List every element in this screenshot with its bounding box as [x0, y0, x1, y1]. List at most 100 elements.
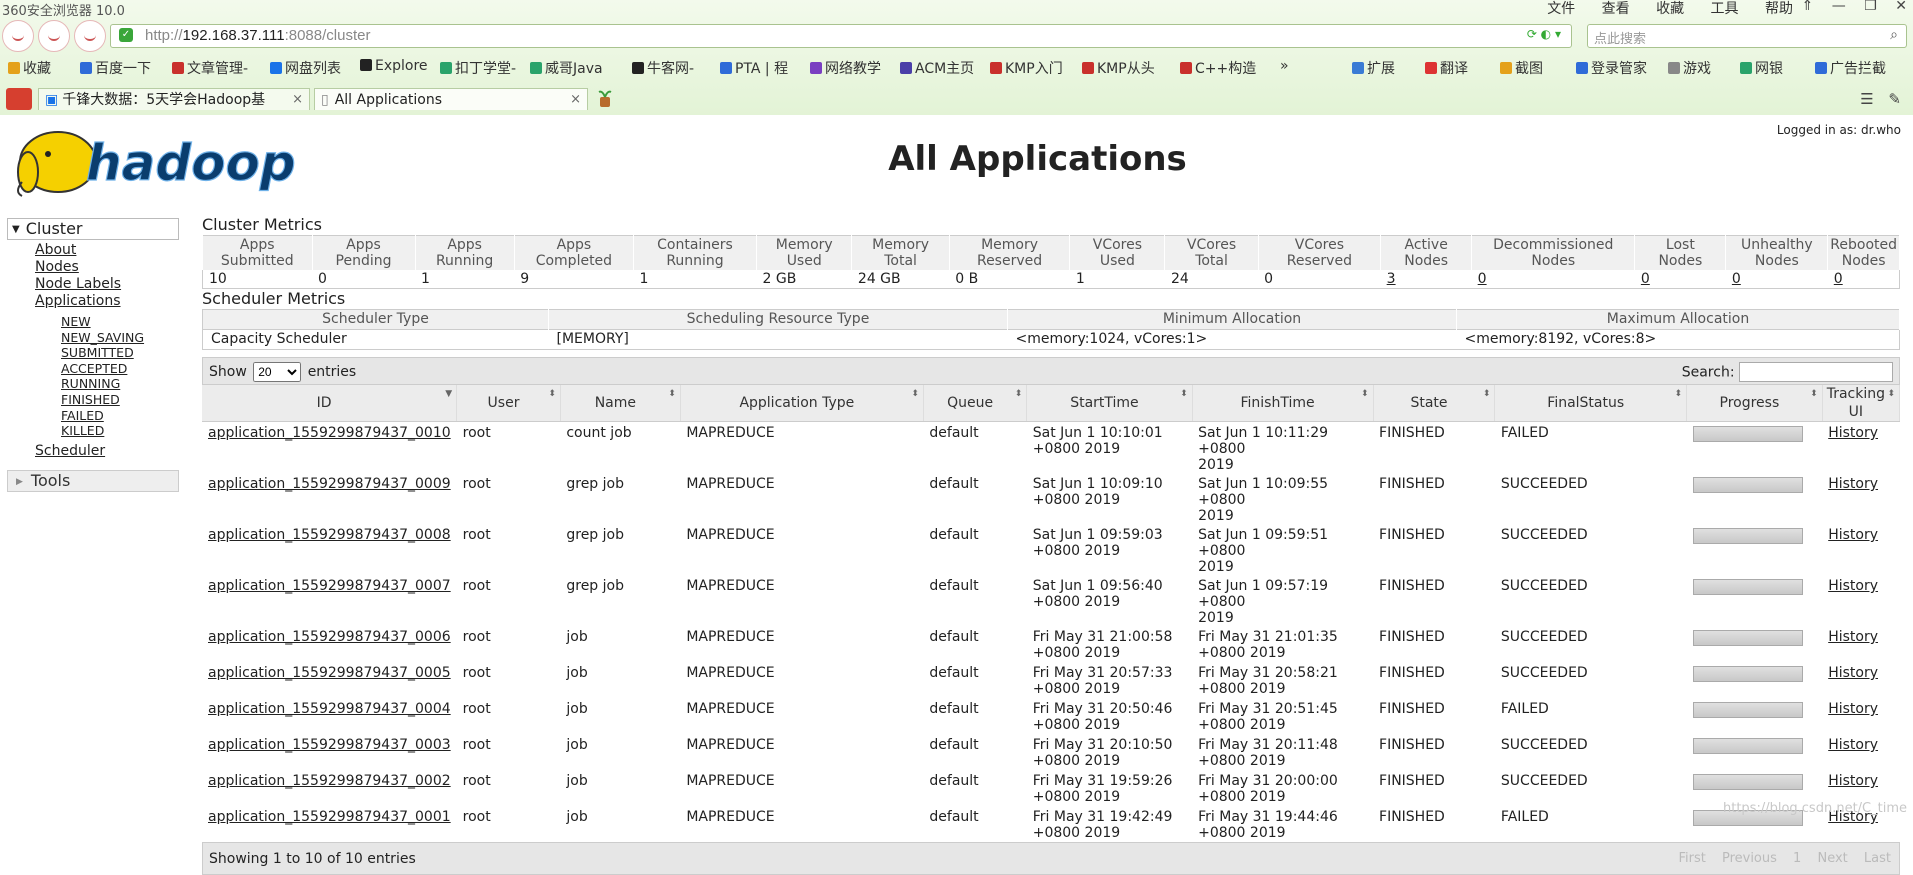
tracking-ui-link[interactable]: History	[1828, 665, 1878, 681]
minimize-icon[interactable]: —	[1832, 0, 1846, 14]
bookmark-item[interactable]: 网盘列表	[270, 58, 341, 78]
sidebar-state-failed[interactable]: FAILED	[61, 408, 104, 423]
column-header-finishtime[interactable]: FinishTime ⬍	[1192, 385, 1374, 422]
tracking-ui-link[interactable]: History	[1828, 701, 1878, 717]
application-id-link[interactable]: application_1559299879437_0002	[208, 773, 451, 789]
sidebar-cluster-header[interactable]: ▼ Cluster	[7, 218, 179, 240]
page-size-select[interactable]: 20	[253, 362, 302, 382]
menu-favorites[interactable]: 收藏	[1656, 1, 1684, 17]
tab-hadoop-course[interactable]: ▣ 千锋大数据：5天学会Hadoop基 ×	[38, 88, 310, 110]
close-tab-icon[interactable]: ×	[292, 89, 303, 111]
application-id-link[interactable]: application_1559299879437_0007	[208, 578, 451, 594]
application-id-link[interactable]: application_1559299879437_0004	[208, 701, 451, 717]
tracking-ui-link[interactable]: History	[1828, 578, 1878, 594]
browser-search-box[interactable]: 点此搜索 ⌕	[1587, 24, 1907, 48]
bookmark-item[interactable]: ACM主页	[900, 58, 974, 78]
avatar[interactable]	[2, 20, 34, 52]
bookmark-item[interactable]: KMP从头	[1082, 58, 1155, 78]
bookmark-item[interactable]: 威哥Java	[530, 58, 603, 78]
sidebar-item-applications[interactable]: Applications	[35, 293, 121, 309]
toolbar-extension[interactable]: 翻译	[1425, 58, 1468, 78]
bookmark-item[interactable]: KMP入门	[990, 58, 1063, 78]
column-header-queue[interactable]: Queue ⬍	[923, 385, 1028, 422]
bookmark-item[interactable]: 网络教学	[810, 58, 881, 78]
toolbar-extension[interactable]: 网银	[1740, 58, 1783, 78]
column-header-progress[interactable]: Progress ⬍	[1686, 385, 1823, 422]
application-id-link[interactable]: application_1559299879437_0005	[208, 665, 451, 681]
address-bar[interactable]: ✓ http://192.168.37.111:8088/cluster ⟳ ◐…	[110, 24, 1572, 48]
bookmark-item[interactable]: 扣丁学堂-	[440, 58, 516, 78]
avatar[interactable]	[38, 20, 70, 52]
avatar[interactable]	[74, 20, 106, 52]
column-header-state[interactable]: State ⬍	[1373, 385, 1496, 422]
column-header-starttime[interactable]: StartTime ⬍	[1026, 385, 1193, 422]
sidebar-item-scheduler[interactable]: Scheduler	[35, 443, 105, 459]
column-header-name[interactable]: Name ⬍	[560, 385, 681, 422]
url-text[interactable]: http://192.168.37.111:8088/cluster	[145, 27, 370, 44]
sidebar-state-new-saving[interactable]: NEW_SAVING	[61, 330, 144, 345]
toolbar-extension[interactable]: 截图	[1500, 58, 1543, 78]
bookmark-item[interactable]: 收藏	[8, 58, 51, 78]
tracking-ui-link[interactable]: History	[1828, 737, 1878, 753]
application-id-link[interactable]: application_1559299879437_0010	[208, 425, 451, 441]
menu-tools[interactable]: 工具	[1711, 1, 1739, 17]
column-header-user[interactable]: User ⬍	[456, 385, 561, 422]
new-tab-icon[interactable]	[597, 88, 613, 108]
sidebar-tools-header[interactable]: ▶ Tools	[7, 469, 179, 492]
toolbar-extension[interactable]: 登录管家	[1576, 58, 1647, 78]
bookmark-item[interactable]: PTA | 程	[720, 58, 788, 78]
bookmark-item[interactable]: C++构造	[1180, 58, 1256, 78]
tracking-ui-link[interactable]: History	[1828, 425, 1878, 441]
metric-link[interactable]: 0	[1641, 271, 1650, 287]
pager-last[interactable]: Last	[1864, 851, 1891, 866]
pager-first[interactable]: First	[1678, 851, 1705, 866]
metric-link[interactable]: 0	[1478, 271, 1487, 287]
search-icon[interactable]: ⌕	[1890, 27, 1898, 43]
list-icon[interactable]: ☰	[1860, 90, 1873, 108]
application-id-link[interactable]: application_1559299879437_0009	[208, 476, 451, 492]
column-header-application-type[interactable]: Application Type ⬍	[680, 385, 924, 422]
sidebar-state-running[interactable]: RUNNING	[61, 376, 120, 391]
application-id-link[interactable]: application_1559299879437_0008	[208, 527, 451, 543]
bookmark-item[interactable]: Explore	[360, 58, 428, 74]
sidebar-state-accepted[interactable]: ACCEPTED	[61, 361, 127, 376]
sidebar-item-node-labels[interactable]: Node Labels	[35, 276, 121, 292]
pin-icon[interactable]: ⇑	[1802, 0, 1814, 14]
menu-view[interactable]: 查看	[1602, 1, 1630, 17]
bookmark-item[interactable]: 牛客网-	[632, 58, 694, 78]
toolbar-extension[interactable]: 广告拦截	[1815, 58, 1886, 78]
toolbar-extension[interactable]: 扩展	[1352, 58, 1395, 78]
sidebar-item-nodes[interactable]: Nodes	[35, 259, 79, 275]
column-header-id[interactable]: ID ▼	[202, 385, 458, 422]
metric-link[interactable]: 0	[1834, 271, 1843, 287]
tracking-ui-link[interactable]: History	[1828, 527, 1878, 543]
home-icon[interactable]	[6, 88, 32, 110]
toolbar-extension[interactable]: 游戏	[1668, 58, 1711, 78]
tracking-ui-link[interactable]: History	[1828, 773, 1878, 789]
close-tab-icon[interactable]: ×	[570, 89, 581, 111]
bookmark-item[interactable]: 文章管理-	[172, 58, 248, 78]
pager-page-1[interactable]: 1	[1793, 851, 1801, 866]
sidebar-state-submitted[interactable]: SUBMITTED	[61, 345, 134, 360]
sidebar-state-finished[interactable]: FINISHED	[61, 392, 120, 407]
application-id-link[interactable]: application_1559299879437_0003	[208, 737, 451, 753]
pager-previous[interactable]: Previous	[1722, 851, 1777, 866]
tab-all-applications[interactable]: ▯ All Applications ×	[314, 88, 588, 110]
sidebar-state-new[interactable]: NEW	[61, 314, 91, 329]
sidebar-item-about[interactable]: About	[35, 242, 76, 258]
close-window-icon[interactable]: ✕	[1895, 0, 1907, 14]
application-id-link[interactable]: application_1559299879437_0006	[208, 629, 451, 645]
edit-icon[interactable]: ✎	[1888, 90, 1901, 108]
pager-next[interactable]: Next	[1817, 851, 1847, 866]
metric-link[interactable]: 3	[1387, 271, 1396, 287]
sidebar-state-killed[interactable]: KILLED	[61, 423, 104, 438]
address-tools-icon[interactable]: ⟳ ◐ ▾	[1527, 27, 1561, 41]
tracking-ui-link[interactable]: History	[1828, 476, 1878, 492]
bookmark-item[interactable]: 百度一下	[80, 58, 151, 78]
tracking-ui-link[interactable]: History	[1828, 629, 1878, 645]
restore-icon[interactable]: ❐	[1864, 0, 1877, 14]
column-header-finalstatus[interactable]: FinalStatus ⬍	[1494, 385, 1688, 422]
column-header-tracking-ui[interactable]: Tracking UI ⬍	[1822, 385, 1901, 422]
table-search-input[interactable]	[1739, 362, 1893, 382]
application-id-link[interactable]: application_1559299879437_0001	[208, 809, 451, 825]
